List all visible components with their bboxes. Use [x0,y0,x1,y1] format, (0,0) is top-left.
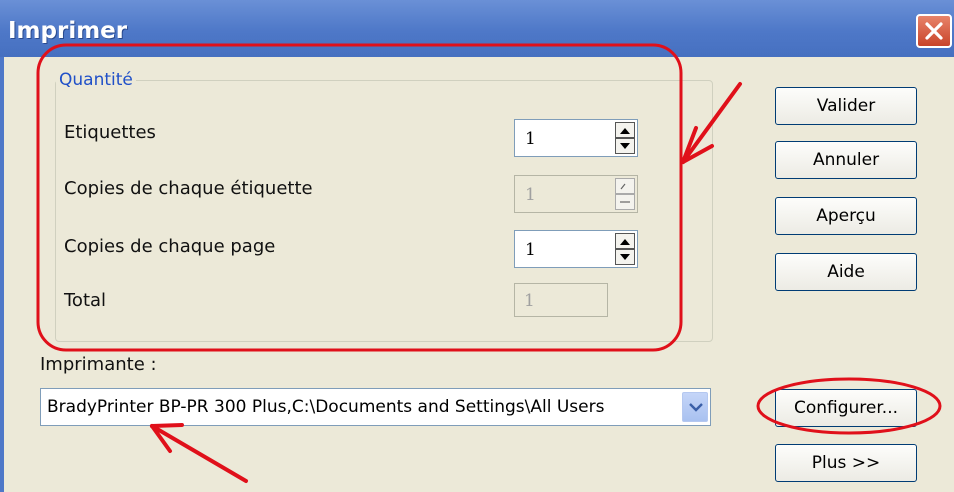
copies-etiquette-stepper: 1 [514,175,638,213]
copies-etiquette-up-button [615,178,635,194]
spin-up-icon [620,239,630,245]
aide-button[interactable]: Aide [775,253,917,291]
plus-button[interactable]: Plus >> [775,444,917,482]
copies-page-value[interactable]: 1 [525,240,536,260]
quantity-legend: Quantité [56,70,136,90]
close-button[interactable] [916,14,952,48]
copies-etiquette-label: Copies de chaque étiquette [64,178,313,199]
etiquettes-stepper[interactable]: 1 [514,119,638,157]
etiquettes-value[interactable]: 1 [525,129,536,149]
printer-label: Imprimante : [40,354,157,375]
printer-dropdown[interactable]: BradyPrinter BP-PR 300 Plus,C:\Documents… [40,388,711,426]
total-label: Total [64,290,107,311]
close-icon [925,22,943,40]
copies-etiquette-value: 1 [525,185,536,205]
window-border [0,57,4,492]
chevron-down-icon [689,403,703,412]
valider-button[interactable]: Valider [775,87,917,125]
spin-down-icon [620,254,630,260]
copies-page-down-button[interactable] [615,249,635,265]
printer-dropdown-button[interactable] [682,392,708,422]
spin-up-icon [620,183,626,190]
copies-page-stepper[interactable]: 1 [514,230,638,268]
spin-down-icon [620,201,630,203]
apercu-button[interactable]: Aperçu [775,197,917,235]
spin-up-icon [620,128,630,134]
total-field: 1 [514,283,608,317]
window-title: Imprimer [8,18,128,44]
etiquettes-up-button[interactable] [615,122,635,138]
etiquettes-label: Etiquettes [64,122,156,143]
configurer-button[interactable]: Configurer... [775,389,917,427]
title-bar: Imprimer [0,0,954,57]
annuler-button[interactable]: Annuler [775,141,917,179]
copies-page-up-button[interactable] [615,233,635,249]
copies-page-label: Copies de chaque page [64,236,276,257]
total-value: 1 [524,291,535,311]
copies-etiquette-down-button [615,194,635,210]
printer-selected-value: BradyPrinter BP-PR 300 Plus,C:\Documents… [47,397,605,417]
etiquettes-down-button[interactable] [615,138,635,154]
spin-down-icon [620,143,630,149]
